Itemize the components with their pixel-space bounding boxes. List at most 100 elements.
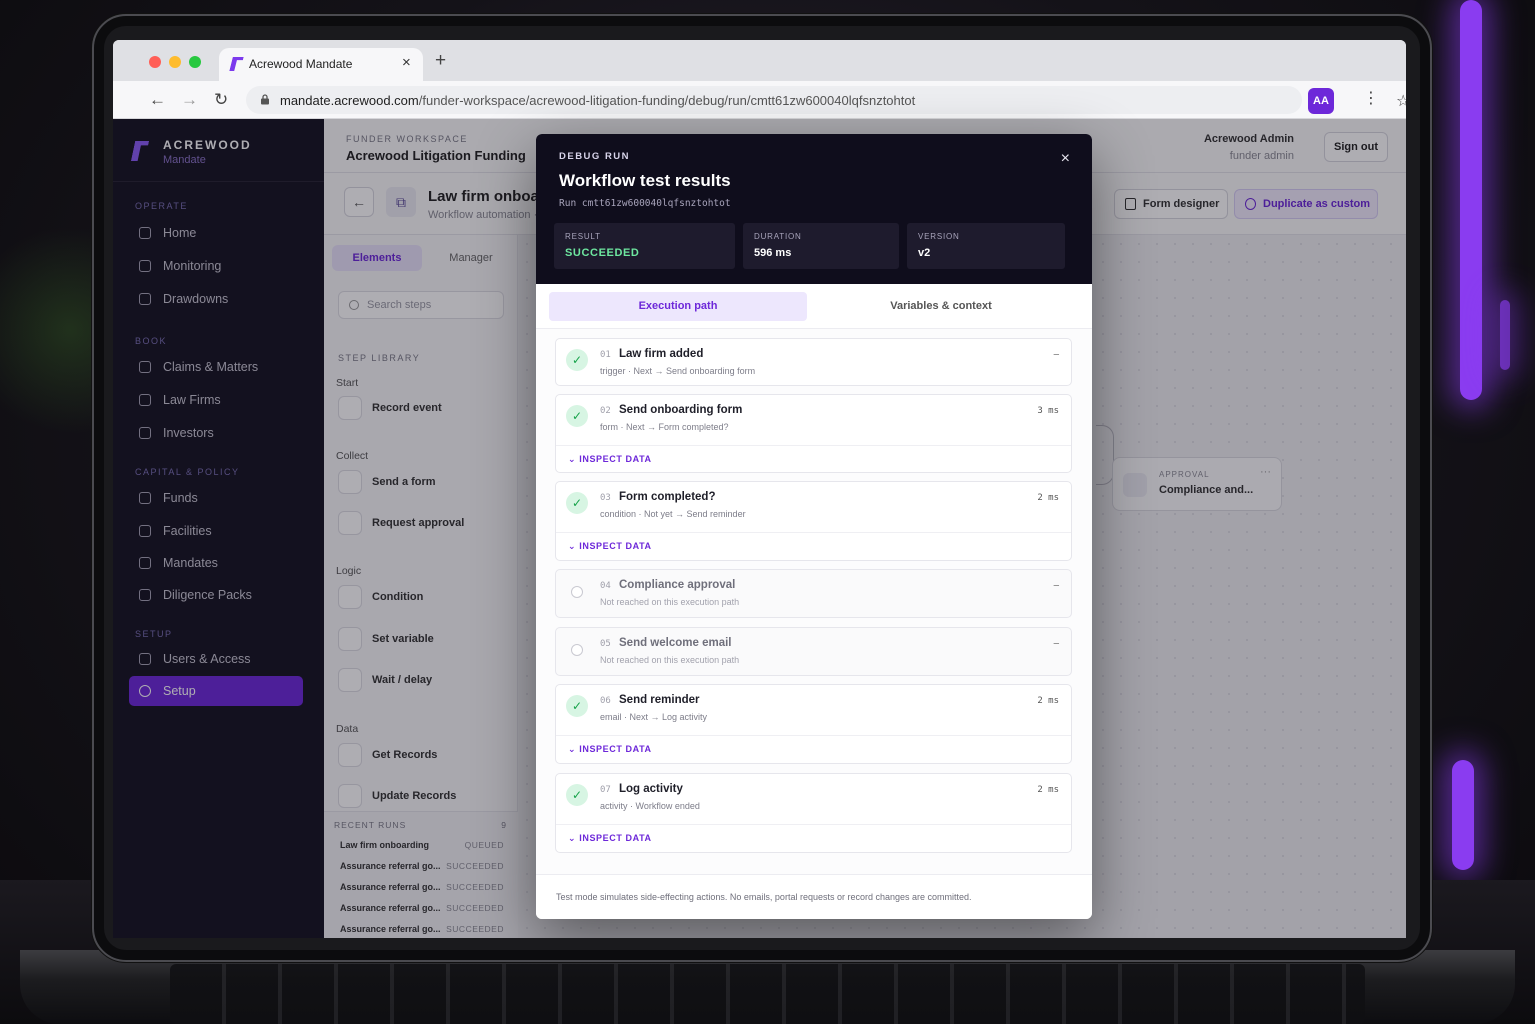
- reload-icon[interactable]: ↻: [214, 90, 228, 110]
- new-tab-icon[interactable]: +: [435, 50, 446, 72]
- check-icon: ✓: [566, 349, 588, 371]
- window-minimize-dot[interactable]: [169, 56, 181, 68]
- tab-close-icon[interactable]: ×: [402, 54, 411, 71]
- step-duration: –: [1053, 350, 1059, 360]
- execution-step: ✓ 06 Send reminder email · Next → Log ac…: [555, 684, 1072, 764]
- check-icon: ✓: [566, 405, 588, 427]
- stat-label: RESULT: [565, 232, 601, 241]
- debug-run-modal: DEBUG RUN Workflow test results Run cmtt…: [536, 134, 1092, 919]
- stat-label: VERSION: [918, 232, 960, 241]
- step-duration: 2 ms: [1037, 696, 1059, 706]
- modal-title: Workflow test results: [559, 171, 731, 190]
- window-maximize-dot[interactable]: [189, 56, 201, 68]
- profile-avatar[interactable]: AA: [1308, 88, 1334, 114]
- step-subtitle: trigger · Next → Send onboarding form: [600, 366, 756, 376]
- pending-circle-icon: [571, 586, 583, 598]
- url-host: mandate.acrewood.com: [280, 93, 419, 108]
- execution-step: ✓ 02 Send onboarding form form · Next → …: [555, 394, 1072, 473]
- stat-result: RESULT SUCCEEDED: [554, 223, 735, 269]
- execution-step: ✓ 07 Log activity activity · Workflow en…: [555, 773, 1072, 853]
- stat-version: VERSION v2: [907, 223, 1065, 269]
- inspect-data-toggle[interactable]: ⌄ INSPECT DATA: [568, 454, 652, 465]
- url-text: mandate.acrewood.com/funder-workspace/ac…: [280, 93, 915, 108]
- modal-footer: Test mode simulates side-effecting actio…: [536, 874, 1092, 919]
- window-close-dot[interactable]: [149, 56, 161, 68]
- step-number: 06: [600, 696, 611, 706]
- step-subtitle: email · Next → Log activity: [600, 712, 708, 722]
- bookmark-star-icon[interactable]: ☆: [1396, 91, 1406, 111]
- step-duration: 3 ms: [1037, 406, 1059, 416]
- step-subtitle: Not reached on this execution path: [600, 597, 740, 607]
- url-path: /funder-workspace/acrewood-litigation-fu…: [418, 93, 916, 108]
- step-subtitle: condition · Not yet → Send reminder: [600, 509, 746, 519]
- execution-step: 04 Compliance approval Not reached on th…: [555, 569, 1072, 618]
- stat-value: 596 ms: [754, 247, 792, 259]
- stat-label: DURATION: [754, 232, 802, 241]
- test-mode-note: Test mode simulates side-effecting actio…: [556, 892, 972, 902]
- step-title: Compliance approval: [619, 579, 736, 591]
- tab-variables-context[interactable]: Variables & context: [812, 292, 1070, 321]
- step-divider: [556, 532, 1071, 533]
- step-number: 03: [600, 493, 611, 503]
- step-divider: [556, 445, 1071, 446]
- inspect-data-toggle[interactable]: ⌄ INSPECT DATA: [568, 541, 652, 552]
- step-duration: –: [1053, 639, 1059, 649]
- inspect-label: INSPECT DATA: [579, 541, 652, 551]
- step-title: Log activity: [619, 783, 683, 795]
- inspect-label: INSPECT DATA: [579, 744, 652, 754]
- execution-step: ✓ 01 Law firm added trigger · Next → Sen…: [555, 338, 1072, 386]
- background-neon-light: [1460, 0, 1482, 400]
- step-divider: [556, 824, 1071, 825]
- step-number: 04: [600, 581, 611, 591]
- browser-tab[interactable]: Acrewood Mandate ×: [219, 48, 423, 81]
- step-duration: 2 ms: [1037, 493, 1059, 503]
- inspect-label: INSPECT DATA: [579, 833, 652, 843]
- execution-step: 05 Send welcome email Not reached on thi…: [555, 627, 1072, 676]
- step-title: Form completed?: [619, 491, 716, 503]
- pending-circle-icon: [571, 644, 583, 656]
- inspect-label: INSPECT DATA: [579, 454, 652, 464]
- browser-menu-icon[interactable]: ⋮: [1363, 88, 1379, 108]
- laptop-screen: Acrewood Mandate × + ← → ↻ mandate.acrew…: [113, 40, 1406, 938]
- step-number: 01: [600, 350, 611, 360]
- modal-eyebrow: DEBUG RUN: [559, 151, 631, 162]
- step-number: 02: [600, 406, 611, 416]
- acrewood-favicon-icon: [229, 57, 243, 71]
- step-title: Law firm added: [619, 348, 704, 360]
- forward-arrow-icon[interactable]: →: [181, 90, 198, 110]
- step-number: 05: [600, 639, 611, 649]
- tab-title: Acrewood Mandate: [249, 57, 353, 71]
- step-title: Send onboarding form: [619, 404, 743, 416]
- stat-value: v2: [918, 247, 931, 259]
- step-title: Send welcome email: [619, 637, 732, 649]
- execution-path-list: ✓ 01 Law firm added trigger · Next → Sen…: [536, 329, 1092, 874]
- step-duration: –: [1053, 581, 1059, 591]
- lock-icon: [261, 94, 269, 105]
- tab-execution-path[interactable]: Execution path: [549, 292, 807, 321]
- step-subtitle: form · Next → Form completed?: [600, 422, 729, 432]
- address-bar[interactable]: mandate.acrewood.com/funder-workspace/ac…: [246, 86, 1406, 114]
- stat-value: SUCCEEDED: [565, 247, 640, 259]
- step-subtitle: activity · Workflow ended: [600, 801, 700, 811]
- check-icon: ✓: [566, 492, 588, 514]
- browser-tab-bar: Acrewood Mandate × +: [113, 40, 1406, 81]
- back-arrow-icon[interactable]: ←: [149, 90, 166, 110]
- step-number: 07: [600, 785, 611, 795]
- stat-duration: DURATION 596 ms: [743, 223, 899, 269]
- modal-header: DEBUG RUN Workflow test results Run cmtt…: [536, 134, 1092, 284]
- execution-step: ✓ 03 Form completed? condition · Not yet…: [555, 481, 1072, 561]
- background-neon-light: [1500, 300, 1510, 370]
- step-duration: 2 ms: [1037, 785, 1059, 795]
- step-subtitle: Not reached on this execution path: [600, 655, 740, 665]
- close-icon[interactable]: ×: [1061, 150, 1070, 168]
- background-neon-light: [1452, 760, 1474, 870]
- step-divider: [556, 735, 1071, 736]
- run-id: Run cmtt61zw600040lqfsnztohtot: [559, 198, 731, 209]
- browser-toolbar: ← → ↻ mandate.acrewood.com/funder-worksp…: [113, 81, 1406, 119]
- inspect-data-toggle[interactable]: ⌄ INSPECT DATA: [568, 744, 652, 755]
- modal-tabs: Execution path Variables & context: [536, 284, 1092, 329]
- inspect-data-toggle[interactable]: ⌄ INSPECT DATA: [568, 833, 652, 844]
- check-icon: ✓: [566, 784, 588, 806]
- check-icon: ✓: [566, 695, 588, 717]
- step-title: Send reminder: [619, 694, 700, 706]
